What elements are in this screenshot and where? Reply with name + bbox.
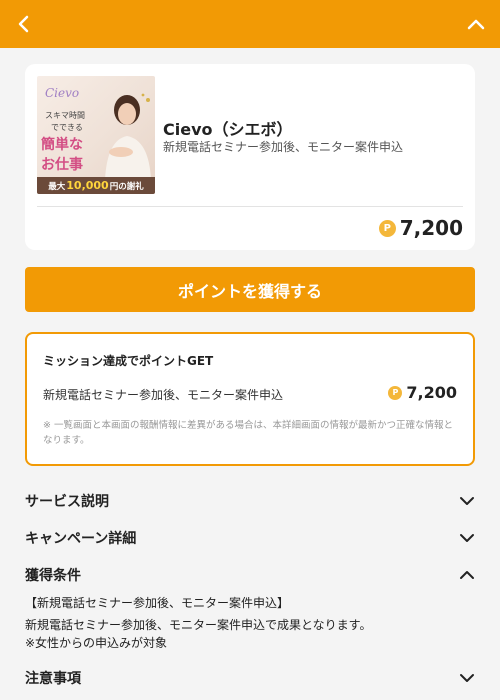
conditions-line-3: ※女性からの申込みが対象 [25,636,168,650]
offer-subtitle: 新規電話セミナー参加後、モニター案件申込 [163,140,404,154]
section-notes-label: 注意事項 [25,671,81,687]
section-notes[interactable]: 注意事項 [25,665,475,691]
chevron-left-icon [18,15,29,33]
thumbnail-text-3: 簡単な [41,137,83,153]
thumbnail-text-1: スキマ時間 [45,111,85,120]
offer-thumbnail: Cievo スキマ時間 でできる 簡単な お仕事 最大 10,000 円の謝礼 [37,76,155,194]
section-conditions-label: 獲得条件 [25,568,81,584]
divider [37,206,463,207]
header-bar [0,0,500,48]
thumbnail-reward-banner: 最大 10,000 円の謝礼 [37,177,155,194]
thumbnail-text-4: お仕事 [41,157,83,173]
point-coin-icon: P [378,219,396,237]
mission-note: ※ 一覧画面と本画面の報酬情報に差異がある場合は、本詳細画面の情報が最新かつ正確… [43,420,453,446]
section-service-description[interactable]: サービス説明 [25,488,475,514]
offer-title: Cievo（シエボ） [163,120,293,139]
back-button[interactable] [10,10,38,38]
conditions-line-1: 【新規電話セミナー参加後、モニター案件申込】 [25,596,290,610]
section-campaign-label: キャンペーン詳細 [25,531,137,547]
offer-card: Cievo スキマ時間 でできる 簡単な お仕事 最大 10,000 円の謝礼 … [25,64,475,250]
section-acquisition-conditions[interactable]: 獲得条件 [25,562,475,588]
reward-prefix: 最大 [48,181,66,192]
conditions-body: 【新規電話セミナー参加後、モニター案件申込】 新規電話セミナー参加後、モニター案… [25,594,371,652]
chevron-down-icon [460,674,474,682]
section-campaign-details[interactable]: キャンペーン詳細 [25,525,475,551]
mission-title: ミッション達成でポイントGET [43,354,214,368]
chevron-up-icon [460,571,474,579]
mission-points: P 7,200 [388,383,457,402]
chevron-up-icon [467,19,485,30]
thumbnail-brand: Cievo [45,86,80,100]
conditions-line-2: 新規電話セミナー参加後、モニター案件申込で成果となります。 [25,618,372,632]
thumbnail-text-2: でできる [51,123,83,132]
woman-illustration [105,93,151,180]
reward-suffix: 円の謝礼 [109,181,144,192]
mission-box: ミッション達成でポイントGET 新規電話セミナー参加後、モニター案件申込 P 7… [25,332,475,466]
section-service-label: サービス説明 [25,494,109,510]
chevron-down-icon [460,497,474,505]
offer-points-value: 7,200 [399,216,463,240]
chevron-down-icon [460,534,474,542]
point-coin-icon: P [388,385,403,400]
scroll-top-button[interactable] [462,10,490,38]
reward-amount: 10,000 [66,179,109,192]
offer-points: P 7,200 [378,216,463,240]
get-points-button[interactable]: ポイントを獲得する [25,267,475,312]
mission-points-value: 7,200 [406,383,457,402]
mission-task: 新規電話セミナー参加後、モニター案件申込 [43,388,284,402]
